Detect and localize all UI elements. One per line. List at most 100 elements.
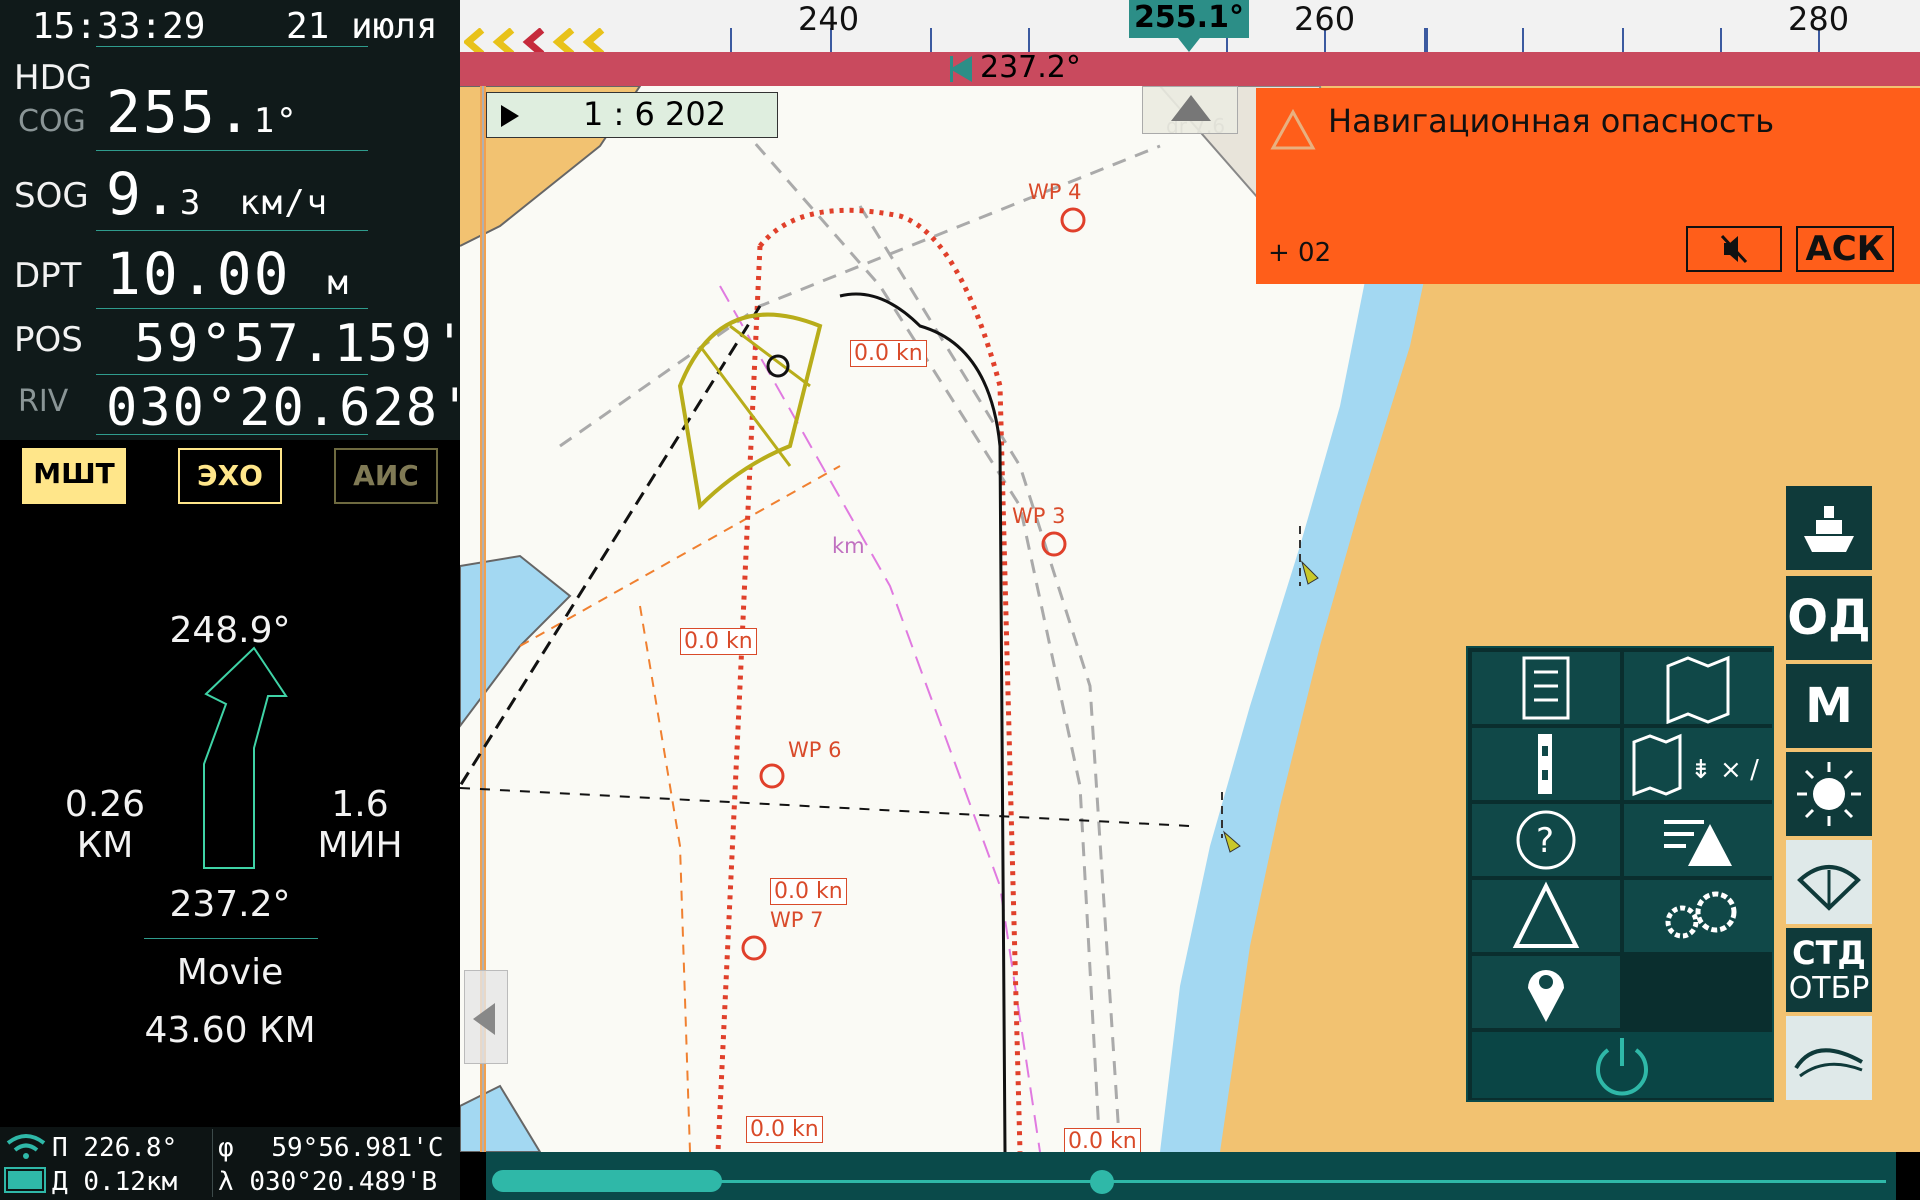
- sector-icon: [1797, 865, 1861, 911]
- speed-value: 9.3 км/ч: [106, 160, 330, 228]
- waypoint-label-wp4: WP 4: [1028, 180, 1082, 204]
- course-bar: 237.2°: [460, 50, 1920, 86]
- slider-handle[interactable]: [1090, 1170, 1114, 1194]
- phi-label: φ: [218, 1133, 234, 1163]
- heading-tape[interactable]: 240 260 280 255.1°: [460, 0, 1920, 57]
- day-night-button[interactable]: [1786, 752, 1872, 836]
- alarm-count: + 02: [1268, 238, 1332, 268]
- turn-arrow-icon: [203, 646, 288, 869]
- ruler-icon: [1538, 734, 1552, 794]
- map-edit-icon: ⇟ × ∕: [1632, 733, 1759, 797]
- battery-icon: [4, 1167, 46, 1193]
- warning-icon: [1270, 108, 1316, 150]
- triangle-tool-button[interactable]: [1472, 880, 1620, 952]
- lambda-label: λ: [218, 1167, 234, 1197]
- svg-text:?: ?: [1536, 821, 1554, 861]
- mute-button[interactable]: [1686, 226, 1782, 272]
- heading-value: 255.1°: [106, 78, 299, 146]
- speed-label: 0.0 kn: [746, 1116, 823, 1143]
- settings-button[interactable]: [1624, 880, 1772, 952]
- scale-value: 1 : 6 202: [583, 95, 727, 133]
- help-icon: ?: [1516, 810, 1576, 870]
- ship-view-button[interactable]: [1786, 486, 1872, 570]
- svg-text:⇟ × ∕: ⇟ × ∕: [1690, 755, 1759, 785]
- longitude-value: 030°20.628'В: [106, 378, 506, 438]
- speed-label: 0.0 kn: [1064, 1128, 1141, 1152]
- speed-label: 0.0 kn: [850, 340, 927, 367]
- sun-icon: [1797, 762, 1861, 826]
- speed-label: 0.0 kn: [770, 878, 847, 905]
- map-edit-button[interactable]: ⇟ × ∕: [1624, 728, 1772, 800]
- tool-menu: ⇟ × ∕ ?: [1466, 646, 1774, 1102]
- clock-time: 15:33:29: [32, 6, 206, 47]
- speed-boat-button[interactable]: [1786, 1016, 1872, 1100]
- hazard-list-icon: [1664, 820, 1732, 866]
- ack-button[interactable]: АСК: [1796, 226, 1894, 272]
- help-button[interactable]: ?: [1472, 804, 1620, 876]
- chevron-left-icon: [473, 1003, 495, 1035]
- route-name: Movie: [176, 952, 284, 993]
- p-label: П: [52, 1133, 68, 1163]
- course-label: 237.2°: [980, 50, 1081, 85]
- hdg-label: HDG: [14, 58, 93, 98]
- play-icon: [501, 105, 519, 127]
- distance-to-turn: 0.26 КМ: [64, 784, 146, 866]
- riv-label: RIV: [18, 384, 69, 419]
- ship-icon: [1804, 506, 1854, 552]
- latitude-value: 59°57.159'С: [134, 314, 501, 374]
- checklist-button[interactable]: [1472, 652, 1620, 724]
- speed-label: 0.0 kn: [680, 628, 757, 655]
- d-value: 0.12км: [83, 1167, 178, 1197]
- std-otbr-button[interactable]: СТД ОТБР: [1786, 928, 1872, 1012]
- heading-indicator: 255.1°: [1129, 0, 1249, 38]
- lambda-value: 030°20.489'В: [249, 1167, 438, 1197]
- clock-date: 21 июля: [286, 6, 438, 47]
- alarm-title: Навигационная опасность: [1328, 102, 1775, 140]
- course-marker-icon: [950, 56, 972, 82]
- route-distance: 43.60 КМ: [144, 1010, 316, 1051]
- collapse-panel-button[interactable]: [464, 970, 508, 1064]
- waypoint-label-wp3: WP 3: [1012, 504, 1066, 528]
- boat-wake-icon: [1794, 1048, 1863, 1078]
- gps-status-bar: П 226.8° Д 0.12км φ 59°56.981'С λ 030°20…: [0, 1127, 460, 1200]
- playback-slider[interactable]: [486, 1152, 1896, 1200]
- location-button[interactable]: [1472, 956, 1620, 1028]
- north-up-button[interactable]: [1142, 86, 1238, 134]
- nav-data-panel: 15:33:29 21 июля HDG COG 255.1° SOG 9.3 …: [0, 0, 504, 440]
- depth-value: 10.00 м: [106, 240, 351, 308]
- sog-label: SOG: [14, 176, 89, 216]
- map-icon: [1666, 655, 1730, 725]
- power-button[interactable]: [1472, 1032, 1772, 1098]
- dpt-label: DPT: [14, 256, 82, 296]
- checklist-icon: [1522, 656, 1570, 720]
- time-to-turn: 1.6 МИН: [317, 784, 403, 866]
- p-value: 226.8°: [83, 1133, 178, 1163]
- location-pin-icon: [1528, 970, 1564, 1022]
- playback-buffer: [492, 1170, 722, 1192]
- map-layers-button[interactable]: [1624, 652, 1772, 725]
- pos-label: POS: [14, 320, 83, 360]
- left-panel: 15:33:29 21 июля HDG COG 255.1° SOG 9.3 …: [0, 0, 504, 1200]
- current-course: 237.2°: [169, 884, 291, 925]
- heading-pointer-icon: [1178, 38, 1200, 52]
- triangle-icon: [1512, 881, 1580, 948]
- km-marker: km: [832, 534, 865, 558]
- od-button[interactable]: ОД: [1786, 576, 1872, 660]
- ruler-button[interactable]: [1472, 728, 1620, 800]
- hazard-list-button[interactable]: [1624, 804, 1772, 876]
- d-label: Д: [52, 1167, 68, 1197]
- ais-mode-button[interactable]: АИС: [334, 448, 438, 504]
- sector-view-button[interactable]: [1786, 840, 1872, 924]
- alarm-panel: Навигационная опасность + 02 АСК: [1256, 88, 1920, 284]
- m-button[interactable]: М: [1786, 664, 1872, 748]
- tape-tick-280: 280: [1788, 0, 1850, 38]
- power-icon: [1596, 1038, 1648, 1096]
- gears-icon: [1665, 891, 1737, 939]
- waypoint-label-wp6: WP 6: [788, 738, 842, 762]
- msht-mode-button[interactable]: МШТ: [22, 448, 126, 504]
- tape-tick-260: 260: [1294, 0, 1356, 38]
- scale-indicator[interactable]: 1 : 6 202: [486, 92, 778, 138]
- phi-value: 59°56.981'С: [271, 1133, 444, 1163]
- triangle-up-icon: [1171, 95, 1211, 121]
- echo-mode-button[interactable]: ЭХО: [178, 448, 282, 504]
